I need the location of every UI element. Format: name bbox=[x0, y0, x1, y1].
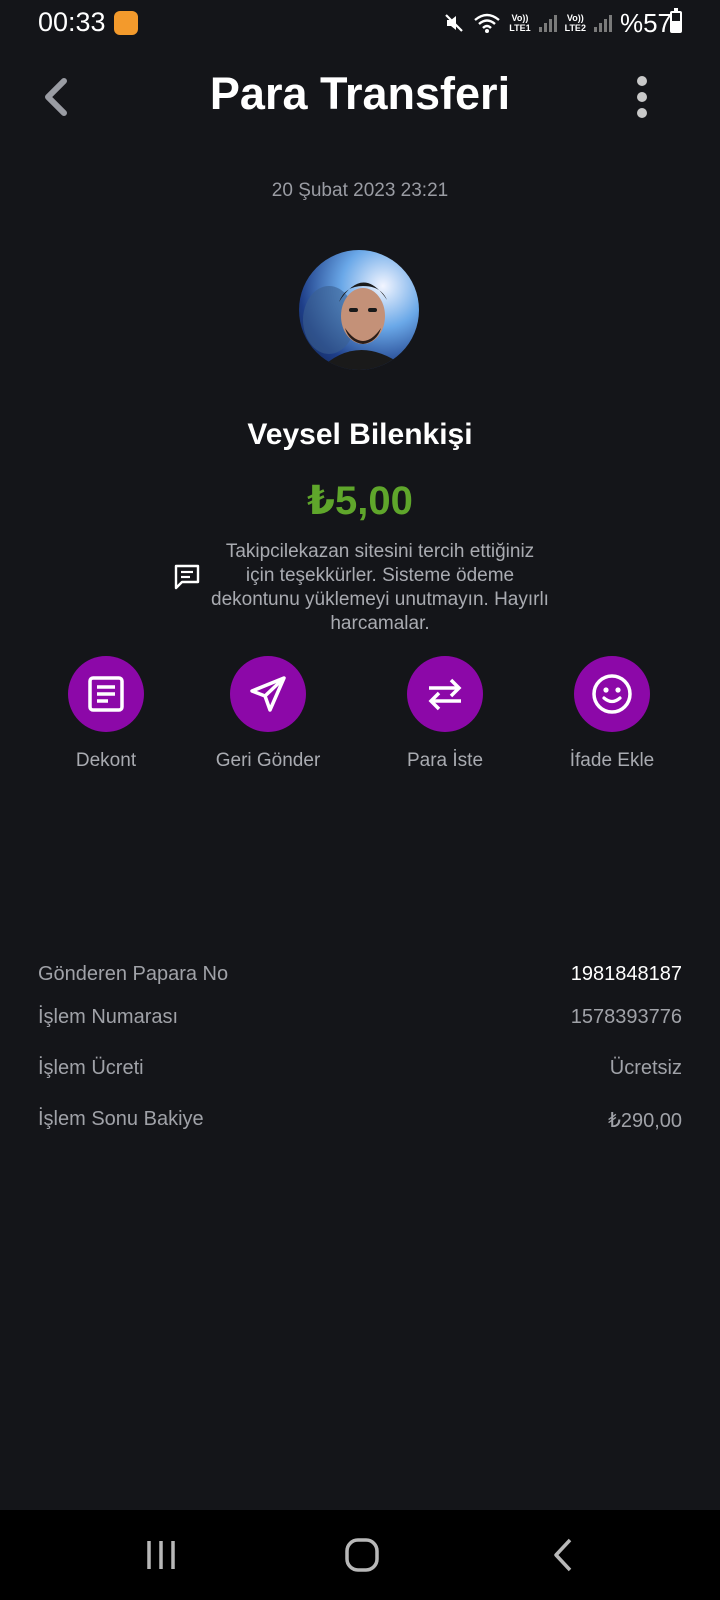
receipt-button[interactable]: Dekont bbox=[31, 656, 181, 772]
message-icon bbox=[172, 562, 202, 592]
status-time: 00:33 bbox=[38, 7, 106, 37]
recent-apps-button[interactable] bbox=[131, 1530, 191, 1580]
transfer-detail-screen: 00:33 Vo)) LTE1 Vo)) LTE2 %57 Para Trans… bbox=[0, 0, 720, 1600]
home-icon bbox=[345, 1538, 379, 1572]
volte-label-2: Vo)) bbox=[566, 13, 584, 23]
transfer-amount: ₺5,00 bbox=[307, 479, 413, 523]
request-money-button-circle bbox=[407, 656, 483, 732]
detail-label: Gönderen Papara No bbox=[38, 963, 229, 985]
swap-arrows-icon bbox=[428, 678, 462, 711]
send-back-button[interactable]: Geri Gönder bbox=[193, 656, 343, 772]
more-dot-icon bbox=[637, 76, 647, 86]
request-money-button[interactable]: Para İste bbox=[370, 656, 520, 772]
detail-row-sender-no: Gönderen Papara No 1981848187 bbox=[38, 963, 682, 986]
send-icon bbox=[250, 676, 286, 712]
request-money-button-label: Para İste bbox=[406, 750, 484, 771]
detail-value: ₺290,00 bbox=[608, 1110, 682, 1132]
receipt-button-circle bbox=[68, 656, 144, 732]
more-dot-icon bbox=[637, 92, 647, 102]
send-back-button-circle bbox=[230, 656, 306, 732]
status-icons: Vo)) LTE1 Vo)) LTE2 %57 bbox=[443, 8, 672, 38]
recent-apps-icon bbox=[147, 1541, 175, 1569]
app-notification-icon bbox=[114, 11, 138, 35]
detail-label: İşlem Sonu Bakiye bbox=[38, 1108, 204, 1130]
volte-label: Vo)) bbox=[511, 13, 529, 23]
page-title: Para Transferi bbox=[209, 68, 511, 119]
add-emoji-button-circle bbox=[574, 656, 650, 732]
detail-label: İşlem Ücreti bbox=[38, 1057, 144, 1079]
add-emoji-button[interactable]: İfade Ekle bbox=[537, 656, 687, 772]
system-nav-bar bbox=[0, 1510, 720, 1600]
lte1-label: LTE1 bbox=[509, 23, 531, 33]
detail-value: 1981848187 bbox=[570, 963, 682, 985]
signal-bars-2-icon bbox=[593, 14, 612, 32]
receipt-icon bbox=[88, 676, 124, 712]
detail-row-transaction-no: İşlem Numarası 1578393776 bbox=[38, 1006, 682, 1029]
smiley-icon bbox=[592, 674, 632, 714]
recipient-name: Veysel Bilenkişi bbox=[247, 418, 473, 451]
signal-bars-1-icon bbox=[538, 14, 557, 32]
detail-label: İşlem Numarası bbox=[38, 1006, 179, 1028]
mute-icon bbox=[443, 12, 465, 34]
battery-percent: %57 bbox=[619, 7, 672, 38]
more-options-button[interactable] bbox=[622, 76, 662, 118]
detail-row-fee: İşlem Ücreti Ücretsiz bbox=[38, 1057, 682, 1080]
transfer-note: Takipcilekazan sitesini tercih ettiğiniz… bbox=[211, 541, 549, 634]
detail-value: Ücretsiz bbox=[609, 1057, 682, 1079]
home-button[interactable] bbox=[332, 1530, 392, 1580]
detail-value: 1578393776 bbox=[570, 1006, 682, 1028]
wifi-icon bbox=[473, 12, 501, 34]
battery-icon bbox=[670, 8, 682, 33]
lte2-label: LTE2 bbox=[564, 23, 586, 33]
add-emoji-button-label: İfade Ekle bbox=[569, 750, 655, 771]
transaction-date: 20 Şubat 2023 23:21 bbox=[271, 180, 449, 201]
nav-back-button[interactable] bbox=[533, 1530, 593, 1580]
back-arrow-icon bbox=[554, 1538, 572, 1572]
detail-row-balance: İşlem Sonu Bakiye ₺290,00 bbox=[38, 1108, 682, 1133]
status-bar: 00:33 Vo)) LTE1 Vo)) LTE2 %57 bbox=[0, 0, 720, 48]
recipient-avatar bbox=[299, 250, 419, 370]
send-back-button-label: Geri Gönder bbox=[215, 750, 321, 771]
more-dot-icon bbox=[637, 108, 647, 118]
lte1-icon: Vo)) LTE1 bbox=[509, 13, 530, 33]
battery-level bbox=[672, 20, 680, 31]
lte2-icon: Vo)) LTE2 bbox=[565, 13, 586, 33]
receipt-button-label: Dekont bbox=[75, 750, 137, 771]
